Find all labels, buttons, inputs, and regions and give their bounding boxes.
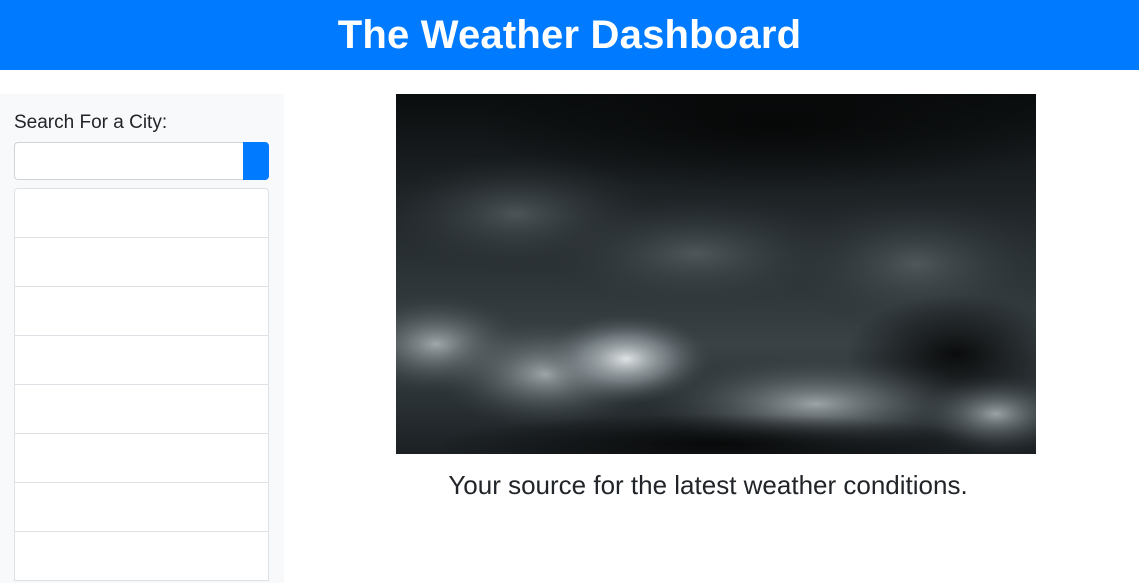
history-item[interactable] [14, 336, 269, 385]
history-item[interactable] [14, 238, 269, 287]
tagline: Your source for the latest weather condi… [448, 470, 968, 500]
storm-clouds-image [396, 94, 1036, 454]
search-button[interactable] [243, 142, 269, 180]
history-item[interactable] [14, 188, 269, 238]
history-item[interactable] [14, 532, 269, 581]
history-item[interactable] [14, 434, 269, 483]
history-item[interactable] [14, 385, 269, 434]
search-input[interactable] [14, 142, 243, 180]
search-label: Search For a City: [14, 112, 168, 133]
search-history-list [14, 188, 269, 581]
history-item[interactable] [14, 287, 269, 336]
history-item[interactable] [14, 483, 269, 532]
page-header: The Weather Dashboard [0, 0, 1139, 70]
search-group [14, 142, 269, 180]
page-title: The Weather Dashboard [337, 12, 802, 57]
